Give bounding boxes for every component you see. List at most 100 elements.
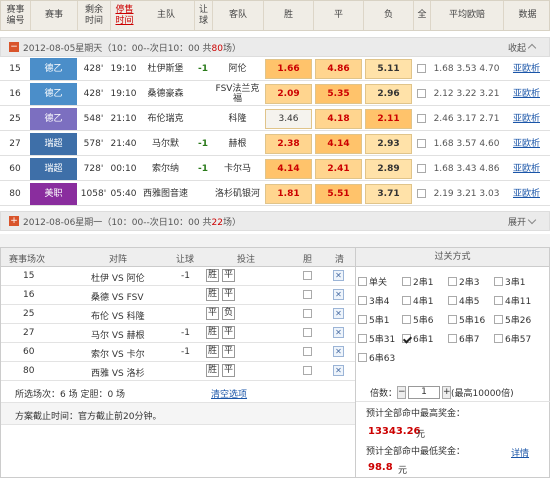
dan-checkbox[interactable] [303, 309, 312, 318]
bet-pick-1[interactable]: 胜 [206, 269, 219, 282]
league-badge[interactable]: 德乙 [30, 58, 77, 80]
odds-win-button[interactable]: 2.09 [265, 84, 312, 104]
pass-option-checkbox[interactable] [448, 277, 457, 286]
league-badge[interactable]: 瑞超 [30, 158, 77, 180]
select-all-checkbox[interactable] [417, 164, 426, 173]
analysis-link[interactable]: 亚欧析 [503, 157, 550, 180]
odds-draw-button[interactable]: 4.14 [315, 134, 362, 154]
bet-pick-1[interactable]: 胜 [206, 288, 219, 301]
remove-bet-icon[interactable]: ✕ [333, 327, 344, 338]
pass-option[interactable]: 2串3 [448, 275, 479, 288]
select-all-checkbox[interactable] [417, 189, 426, 198]
home-team[interactable]: 索尔纳 [137, 157, 194, 180]
bet-pick-2[interactable]: 平 [222, 269, 235, 282]
pass-option-checkbox[interactable] [494, 296, 503, 305]
odds-draw-button[interactable]: 2.41 [315, 159, 362, 179]
remove-bet-icon[interactable]: ✕ [333, 289, 344, 300]
pass-option-checkbox[interactable] [402, 277, 411, 286]
analysis-link[interactable]: 亚欧析 [503, 132, 550, 155]
bet-pick-2[interactable]: 平 [222, 345, 235, 358]
collapse-toggle[interactable]: 收起 [508, 41, 535, 54]
dan-checkbox[interactable] [303, 271, 312, 280]
away-team[interactable]: 卡尔马 [212, 157, 263, 180]
bet-pick-2[interactable]: 负 [222, 307, 235, 320]
odds-lose-button[interactable]: 2.89 [365, 159, 412, 179]
analysis-link[interactable]: 亚欧析 [503, 182, 550, 205]
pass-option[interactable]: 5串6 [402, 313, 433, 326]
bet-pick-2[interactable]: 平 [222, 364, 235, 377]
odds-draw-button[interactable]: 4.18 [315, 109, 362, 129]
pass-option[interactable]: 5串1 [358, 313, 389, 326]
analysis-link[interactable]: 亚欧析 [503, 107, 550, 130]
dan-checkbox[interactable] [303, 347, 312, 356]
pass-option-checkbox[interactable] [358, 334, 367, 343]
odds-lose-button[interactable]: 5.11 [365, 59, 412, 79]
pass-option-checkbox[interactable] [494, 277, 503, 286]
date-bar-day2[interactable]: + 2012-08-06星期一（10：00--次日10：00 共22场） 展开 [0, 211, 550, 231]
remove-bet-icon[interactable]: ✕ [333, 308, 344, 319]
pass-option-checkbox[interactable] [494, 315, 503, 324]
pass-option[interactable]: 3串1 [494, 275, 525, 288]
odds-win-button[interactable]: 4.14 [265, 159, 312, 179]
away-team[interactable]: 赫根 [212, 132, 263, 155]
home-team[interactable]: 马尔默 [137, 132, 194, 155]
pass-option-checkbox[interactable] [494, 334, 503, 343]
odds-win-button[interactable]: 1.66 [265, 59, 312, 79]
pass-option-checkbox[interactable] [358, 315, 367, 324]
away-team[interactable]: FSV法兰克福 [212, 82, 263, 105]
pass-option-checkbox[interactable] [402, 296, 411, 305]
odds-lose-button[interactable]: 2.96 [365, 84, 412, 104]
away-team[interactable]: 阿伦 [212, 57, 263, 80]
league-badge[interactable]: 德乙 [30, 108, 77, 130]
pass-option[interactable]: 6串57 [494, 332, 531, 345]
pass-option[interactable]: 4串1 [402, 294, 433, 307]
collapse-icon[interactable]: − [9, 42, 19, 52]
odds-win-button[interactable]: 1.81 [265, 184, 312, 204]
select-all-checkbox[interactable] [417, 114, 426, 123]
odds-draw-button[interactable]: 5.51 [315, 184, 362, 204]
pass-option-checkbox[interactable] [402, 334, 411, 343]
expand-toggle[interactable]: 展开 [508, 215, 535, 228]
pass-option[interactable]: 6串63 [358, 351, 395, 364]
date-bar-day1[interactable]: − 2012-08-05星期天（10：00--次日10：00 共80场） 收起 [0, 37, 550, 57]
dan-checkbox[interactable] [303, 290, 312, 299]
league-badge[interactable]: 美职 [30, 183, 77, 205]
analysis-link[interactable]: 亚欧析 [503, 57, 550, 80]
bet-pick-2[interactable]: 平 [222, 326, 235, 339]
pass-option[interactable]: 5串16 [448, 313, 485, 326]
home-team[interactable]: 西雅图音速 [137, 182, 194, 205]
away-team[interactable]: 洛杉矶银河 [212, 182, 263, 205]
pass-option-checkbox[interactable] [358, 296, 367, 305]
bet-pick-1[interactable]: 平 [206, 307, 219, 320]
select-all-checkbox[interactable] [417, 89, 426, 98]
remove-bet-icon[interactable]: ✕ [333, 365, 344, 376]
pass-option[interactable]: 5串31 [358, 332, 395, 345]
remove-bet-icon[interactable]: ✕ [333, 270, 344, 281]
remove-bet-icon[interactable]: ✕ [333, 346, 344, 357]
odds-lose-button[interactable]: 2.93 [365, 134, 412, 154]
expand-icon[interactable]: + [9, 216, 19, 226]
odds-lose-button[interactable]: 2.11 [365, 109, 412, 129]
analysis-link[interactable]: 亚欧析 [503, 82, 550, 105]
odds-draw-button[interactable]: 4.86 [315, 59, 362, 79]
pass-option[interactable]: 6串7 [448, 332, 479, 345]
home-team[interactable]: 布伦瑞克 [137, 107, 194, 130]
pass-option-checkbox[interactable] [448, 334, 457, 343]
clear-all-link[interactable]: 清空选项 [211, 387, 247, 400]
bet-pick-1[interactable]: 胜 [206, 364, 219, 377]
odds-win-button[interactable]: 3.46 [265, 109, 312, 129]
pass-option-checkbox[interactable] [358, 277, 367, 286]
pass-option[interactable]: 6串1 [402, 332, 433, 345]
bet-pick-2[interactable]: 平 [222, 288, 235, 301]
pass-option[interactable]: 5串26 [494, 313, 531, 326]
dan-checkbox[interactable] [303, 328, 312, 337]
dan-checkbox[interactable] [303, 366, 312, 375]
away-team[interactable]: 科隆 [212, 107, 263, 130]
pass-option[interactable]: 4串11 [494, 294, 531, 307]
select-all-checkbox[interactable] [417, 64, 426, 73]
league-badge[interactable]: 德乙 [30, 83, 77, 105]
pass-option[interactable]: 4串5 [448, 294, 479, 307]
pass-option-checkbox[interactable] [448, 315, 457, 324]
pass-option-checkbox[interactable] [358, 353, 367, 362]
pass-option-checkbox[interactable] [448, 296, 457, 305]
